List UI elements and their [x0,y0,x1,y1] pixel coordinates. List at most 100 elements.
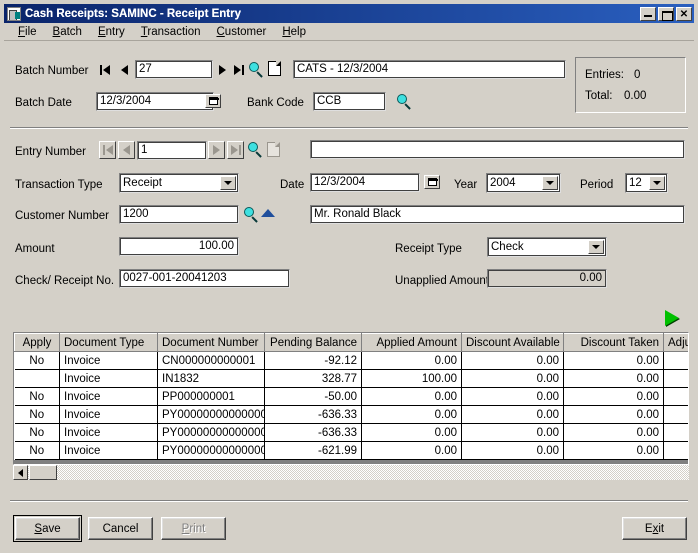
cell-document-type[interactable]: Invoice [59,369,158,388]
customer-name-input[interactable]: Mr. Ronald Black [310,205,685,224]
cell-pending-balance[interactable]: -92.12 [264,351,362,370]
table-row[interactable]: No Invoice PY00000000000000 -636.33 0.00… [14,405,688,424]
cell-document-type[interactable]: Invoice [59,441,158,460]
year-chevron-down-icon[interactable] [542,176,558,190]
cell-applied-amount[interactable]: 0.00 [361,423,462,442]
grid-hscrollbar[interactable] [13,465,689,480]
menu-file[interactable]: File [10,25,45,39]
cell-adjustment[interactable] [663,441,688,460]
customer-drilldown-icon[interactable] [261,209,275,217]
scroll-left-button[interactable] [13,465,28,480]
batch-first-button[interactable] [98,61,112,78]
col-discount-taken[interactable]: Discount Taken [563,333,664,352]
cell-adjustment[interactable] [663,369,688,388]
menu-customer[interactable]: Customer [208,25,274,39]
chevron-down-icon[interactable] [220,176,236,190]
entry-next-button[interactable] [208,141,225,159]
cell-apply[interactable]: Yes [14,369,60,388]
cell-apply[interactable]: No [14,441,60,460]
menu-transaction[interactable]: Transaction [133,25,209,39]
table-row[interactable]: No Invoice PY00000000000000 -636.33 0.00… [14,423,688,442]
cell-discount-available[interactable]: 0.00 [461,405,564,424]
cell-document-number[interactable]: PY00000000000000 [157,423,265,442]
col-applied-amount[interactable]: Applied Amount [361,333,462,352]
cell-apply[interactable]: No [14,405,60,424]
bank-code-input[interactable]: CCB [313,92,386,111]
cell-applied-amount[interactable]: 0.00 [361,441,462,460]
cell-applied-amount[interactable]: 0.00 [361,351,462,370]
col-document-number[interactable]: Document Number [157,333,265,352]
cell-applied-amount[interactable]: 0.00 [361,387,462,406]
cell-pending-balance[interactable]: -636.33 [264,423,362,442]
cell-discount-available[interactable]: 0.00 [461,441,564,460]
check-receipt-input[interactable]: 0027-001-20041203 [119,269,290,288]
cell-document-type[interactable]: Invoice [59,351,158,370]
table-row[interactable]: No Invoice PP000000001 -50.00 0.00 0.00 … [14,387,688,406]
batch-last-button[interactable] [232,61,246,78]
cell-document-number[interactable]: PY00000000000000 [157,405,265,424]
date-input[interactable]: 12/3/2004 [310,173,420,192]
table-row[interactable]: Yes Invoice IN1832 328.77 100.00 0.00 0.… [14,369,688,388]
cell-apply[interactable]: No [14,423,60,442]
cell-discount-available[interactable]: 0.00 [461,369,564,388]
entry-new-icon[interactable] [267,142,280,157]
cell-applied-amount[interactable]: 100.00 [361,369,462,388]
cancel-button[interactable]: Cancel [88,517,153,540]
cell-document-type[interactable]: Invoice [59,405,158,424]
batch-number-input[interactable]: 27 [135,60,213,79]
minimize-button[interactable] [640,6,656,21]
entry-search-icon[interactable] [247,142,263,158]
receipt-type-chevron-down-icon[interactable] [588,240,604,254]
cell-adjustment[interactable] [663,405,688,424]
amount-input[interactable]: 100.00 [119,237,239,256]
cell-applied-amount[interactable]: 0.00 [361,405,462,424]
cell-discount-taken[interactable]: 0.00 [563,387,664,406]
receipt-type-select[interactable]: Check [487,237,607,257]
col-discount-available[interactable]: Discount Available [461,333,564,352]
customer-number-input[interactable]: 1200 [119,205,239,224]
batch-description-input[interactable]: CATS - 12/3/2004 [293,60,566,79]
entry-last-button[interactable] [227,141,244,159]
cell-discount-available[interactable]: 0.00 [461,387,564,406]
transaction-type-select[interactable]: Receipt [119,173,239,193]
col-apply[interactable]: Apply [14,333,60,352]
batch-prev-button[interactable] [117,61,131,78]
cell-adjustment[interactable] [663,423,688,442]
table-row[interactable]: No Invoice PY00000000000000 -621.99 0.00… [14,441,688,460]
batch-next-button[interactable] [215,61,229,78]
date-calendar-icon[interactable] [424,175,440,189]
period-select[interactable]: 12 [625,173,668,193]
cell-adjustment[interactable] [663,351,688,370]
entry-first-button[interactable] [99,141,116,159]
cell-adjustment[interactable] [663,387,688,406]
detail-grid[interactable]: Apply Document Type Document Number Pend… [13,332,689,465]
cell-document-number[interactable]: PP000000001 [157,387,265,406]
cell-discount-taken[interactable]: 0.00 [563,369,664,388]
cell-pending-balance[interactable]: -50.00 [264,387,362,406]
cell-apply[interactable]: No [14,387,60,406]
table-row[interactable]: No Invoice CN000000000001 -92.12 0.00 0.… [14,351,688,370]
exit-button[interactable]: Exit [622,517,687,540]
calendar-icon[interactable] [205,94,221,108]
entry-description-input[interactable] [310,140,685,159]
entry-number-input[interactable]: 1 [137,141,207,160]
bank-code-search-icon[interactable] [396,94,412,110]
batch-search-icon[interactable] [248,62,264,78]
cell-document-number[interactable]: PY00000000000000 [157,441,265,460]
menu-help[interactable]: Help [274,25,314,39]
period-chevron-down-icon[interactable] [649,176,665,190]
menu-entry[interactable]: Entry [90,25,133,39]
cell-discount-taken[interactable]: 0.00 [563,423,664,442]
cell-document-type[interactable]: Invoice [59,387,158,406]
cell-document-type[interactable]: Invoice [59,423,158,442]
col-document-type[interactable]: Document Type [59,333,158,352]
maximize-button[interactable] [658,6,674,21]
cell-pending-balance[interactable]: -621.99 [264,441,362,460]
cell-discount-taken[interactable]: 0.00 [563,441,664,460]
cell-pending-balance[interactable]: 328.77 [264,369,362,388]
cell-discount-available[interactable]: 0.00 [461,351,564,370]
cell-document-number[interactable]: IN1832 [157,369,265,388]
close-button[interactable]: ✕ [676,6,692,21]
cell-discount-taken[interactable]: 0.00 [563,405,664,424]
batch-date-input[interactable]: 12/3/2004 [96,92,214,111]
